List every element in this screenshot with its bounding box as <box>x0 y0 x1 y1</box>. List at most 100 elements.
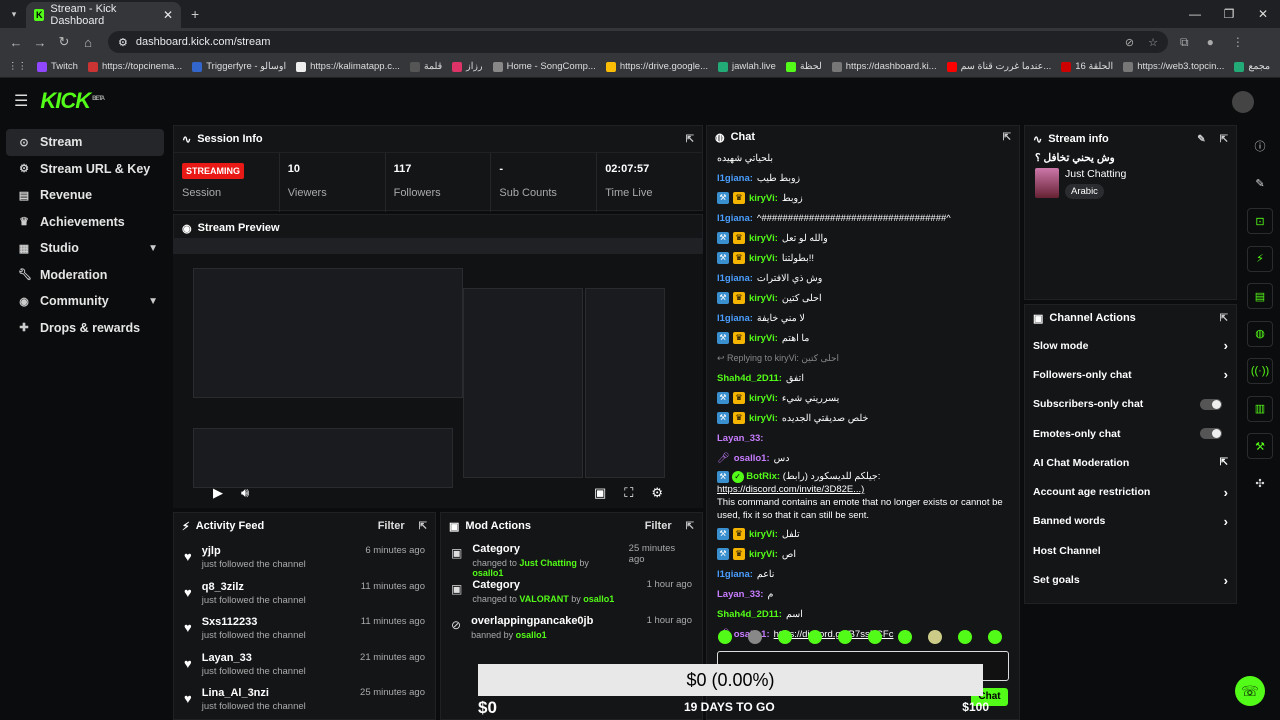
bookmark[interactable]: قلمة <box>409 61 442 72</box>
emote-icon[interactable] <box>808 630 822 644</box>
channel-action-followers-only-chat[interactable]: Followers-only chat › <box>1025 360 1236 389</box>
sidebar-item-drops-rewards[interactable]: ✚ Drops & rewards <box>6 315 164 342</box>
help-chat-icon[interactable]: ☏ <box>1235 676 1265 706</box>
bookmark[interactable]: رزاز <box>452 61 483 72</box>
browser-tab[interactable]: K Stream - Kick Dashboard ✕ <box>26 2 181 28</box>
channel-action-ai-chat-moderation[interactable]: AI Chat Moderation ⇱ <box>1025 448 1236 477</box>
popout-icon[interactable]: ⇱ <box>686 134 694 145</box>
stream-preview-video[interactable]: ▶ 🔊︎ ▣ ⛶ ⚙ <box>173 238 703 508</box>
back-icon[interactable]: ← <box>4 35 28 50</box>
emote-icon[interactable] <box>958 630 972 644</box>
bookmark[interactable]: Twitch <box>37 61 78 72</box>
chat-username[interactable]: Shah4d_2D11: <box>717 609 782 620</box>
chat-username[interactable]: kiryVi: <box>749 413 778 424</box>
bookmark[interactable]: https://drive.google... <box>605 61 708 72</box>
bookmark[interactable]: https://topcinema... <box>87 61 182 72</box>
chat-username[interactable]: kiryVi: <box>749 193 778 204</box>
hamburger-menu-icon[interactable]: ☰ <box>14 91 28 111</box>
sidebar-item-stream[interactable]: ⊙ Stream <box>6 129 164 156</box>
document-icon[interactable]: ▤ <box>1247 283 1273 309</box>
emote-icon[interactable] <box>988 630 1002 644</box>
channel-action-banned-words[interactable]: Banned words › <box>1025 507 1236 536</box>
popout-icon[interactable]: ⇱ <box>419 521 427 532</box>
extensions-icon[interactable]: ⧉ <box>1180 35 1189 50</box>
popout-icon[interactable]: ⇱ <box>1220 313 1228 324</box>
capture-icon[interactable]: ⊡ <box>1247 208 1273 234</box>
emote-icon[interactable] <box>928 630 942 644</box>
chat-username[interactable]: Layan_33: <box>717 589 763 600</box>
emote-icon[interactable] <box>748 630 762 644</box>
chat-username[interactable]: osallo1: <box>734 453 770 464</box>
sidebar-item-stream-url-key[interactable]: ⚙ Stream URL & Key <box>6 156 164 183</box>
chat-username[interactable]: l1giana: <box>717 273 753 284</box>
layout-icon[interactable]: ▥ <box>1247 395 1273 422</box>
emote-icon[interactable] <box>898 630 912 644</box>
chat-username[interactable]: kiryVi: <box>749 233 778 244</box>
profile-icon[interactable]: ● <box>1207 35 1214 50</box>
chat-username[interactable]: kiryVi: <box>749 549 778 560</box>
bookmark[interactable]: مجمع <box>1234 61 1270 72</box>
chat-username[interactable]: l1giana: <box>717 313 753 324</box>
fullscreen-icon[interactable]: ⛶ <box>624 485 633 501</box>
bookmark-star-icon[interactable]: ☆ <box>1148 36 1158 49</box>
channel-action-account-age-restriction[interactable]: Account age restriction › <box>1025 477 1236 506</box>
user-avatar[interactable] <box>1232 91 1254 113</box>
popout-icon[interactable]: ⇱ <box>1220 134 1228 145</box>
chat-username[interactable]: Shah4d_2D11: <box>717 373 782 384</box>
chat-username[interactable]: l1giana: <box>717 173 753 184</box>
new-tab-icon[interactable]: + <box>191 6 199 22</box>
chat-username[interactable]: BotRix: <box>746 471 780 482</box>
activity-filter-button[interactable]: Filter <box>378 520 405 532</box>
popout-icon[interactable]: ⇱ <box>686 521 694 532</box>
reload-icon[interactable]: ↻ <box>52 34 76 50</box>
maximize-icon[interactable]: ❐ <box>1212 0 1246 28</box>
bookmark[interactable]: https://web3.topcin... <box>1123 61 1224 72</box>
sidebar-item-revenue[interactable]: ▤ Revenue <box>6 182 164 209</box>
bookmark[interactable]: عندما غررت قناة سم... <box>946 61 1051 72</box>
bookmark[interactable]: Triggerfyre - اوسالو <box>192 61 286 72</box>
kick-logo[interactable]: KICK BETA <box>40 88 105 114</box>
emote-icon[interactable] <box>838 630 852 644</box>
chat-username[interactable]: kiryVi: <box>749 293 778 304</box>
edit-icon[interactable]: ✎ <box>1197 134 1205 145</box>
sidebar-item-moderation[interactable]: 🔧︎ Moderation <box>6 262 164 289</box>
tab-search-icon[interactable]: ▾ <box>6 6 22 22</box>
bookmark[interactable]: https://dashboard.ki... <box>831 61 937 72</box>
clip-icon[interactable]: ▣ <box>594 485 606 501</box>
chat-username[interactable]: kiryVi: <box>749 333 778 344</box>
chat-bubble-icon[interactable]: ◍ <box>1247 320 1273 347</box>
chat-username[interactable]: kiryVi: <box>749 393 778 404</box>
wrench-icon[interactable]: ⚒ <box>1247 433 1273 459</box>
apps-icon[interactable]: ⋮⋮ <box>8 61 27 72</box>
toggle-switch[interactable] <box>1200 398 1222 410</box>
info-icon[interactable]: ⓘ <box>1247 133 1273 159</box>
channel-action-emotes-only-chat[interactable]: Emotes-only chat <box>1025 419 1236 448</box>
bookmark[interactable]: jawlah.live <box>718 61 776 72</box>
apps-icon[interactable]: ✣ <box>1247 471 1273 497</box>
channel-action-host-channel[interactable]: Host Channel <box>1025 536 1236 565</box>
channel-action-set-goals[interactable]: Set goals › <box>1025 565 1236 594</box>
bookmark[interactable]: https://kalimatapp.c... <box>296 61 400 72</box>
play-icon[interactable]: ▶ <box>213 485 223 501</box>
mute-icon[interactable]: ⊘ <box>1125 36 1134 49</box>
broadcast-icon[interactable]: ((·)) <box>1247 358 1273 384</box>
close-window-icon[interactable]: ✕ <box>1246 0 1280 28</box>
bookmark[interactable]: 16 الحلقة <box>1061 61 1113 72</box>
bookmark[interactable]: لحظة <box>785 61 822 72</box>
sidebar-item-achievements[interactable]: ♛ Achievements <box>6 209 164 236</box>
chat-username[interactable]: l1giana: <box>717 569 753 580</box>
channel-action-slow-mode[interactable]: Slow mode › <box>1025 331 1236 360</box>
popout-icon[interactable]: ⇱ <box>1003 132 1011 143</box>
mod-filter-button[interactable]: Filter <box>645 520 672 532</box>
emote-icon[interactable] <box>718 630 732 644</box>
lightning-icon[interactable]: ⚡︎ <box>1247 245 1273 272</box>
bookmark[interactable]: Home - SongComp... <box>492 61 596 72</box>
sidebar-item-studio[interactable]: ▦ Studio ▼ <box>6 235 164 262</box>
volume-icon[interactable]: 🔊︎ <box>241 485 249 501</box>
forward-icon[interactable]: → <box>28 35 52 50</box>
sidebar-item-community[interactable]: ◉ Community ▼ <box>6 288 164 315</box>
emote-icon[interactable] <box>778 630 792 644</box>
close-tab-icon[interactable]: ✕ <box>163 8 173 22</box>
emote-icon[interactable] <box>868 630 882 644</box>
pencil-icon[interactable]: ✎ <box>1247 171 1273 197</box>
